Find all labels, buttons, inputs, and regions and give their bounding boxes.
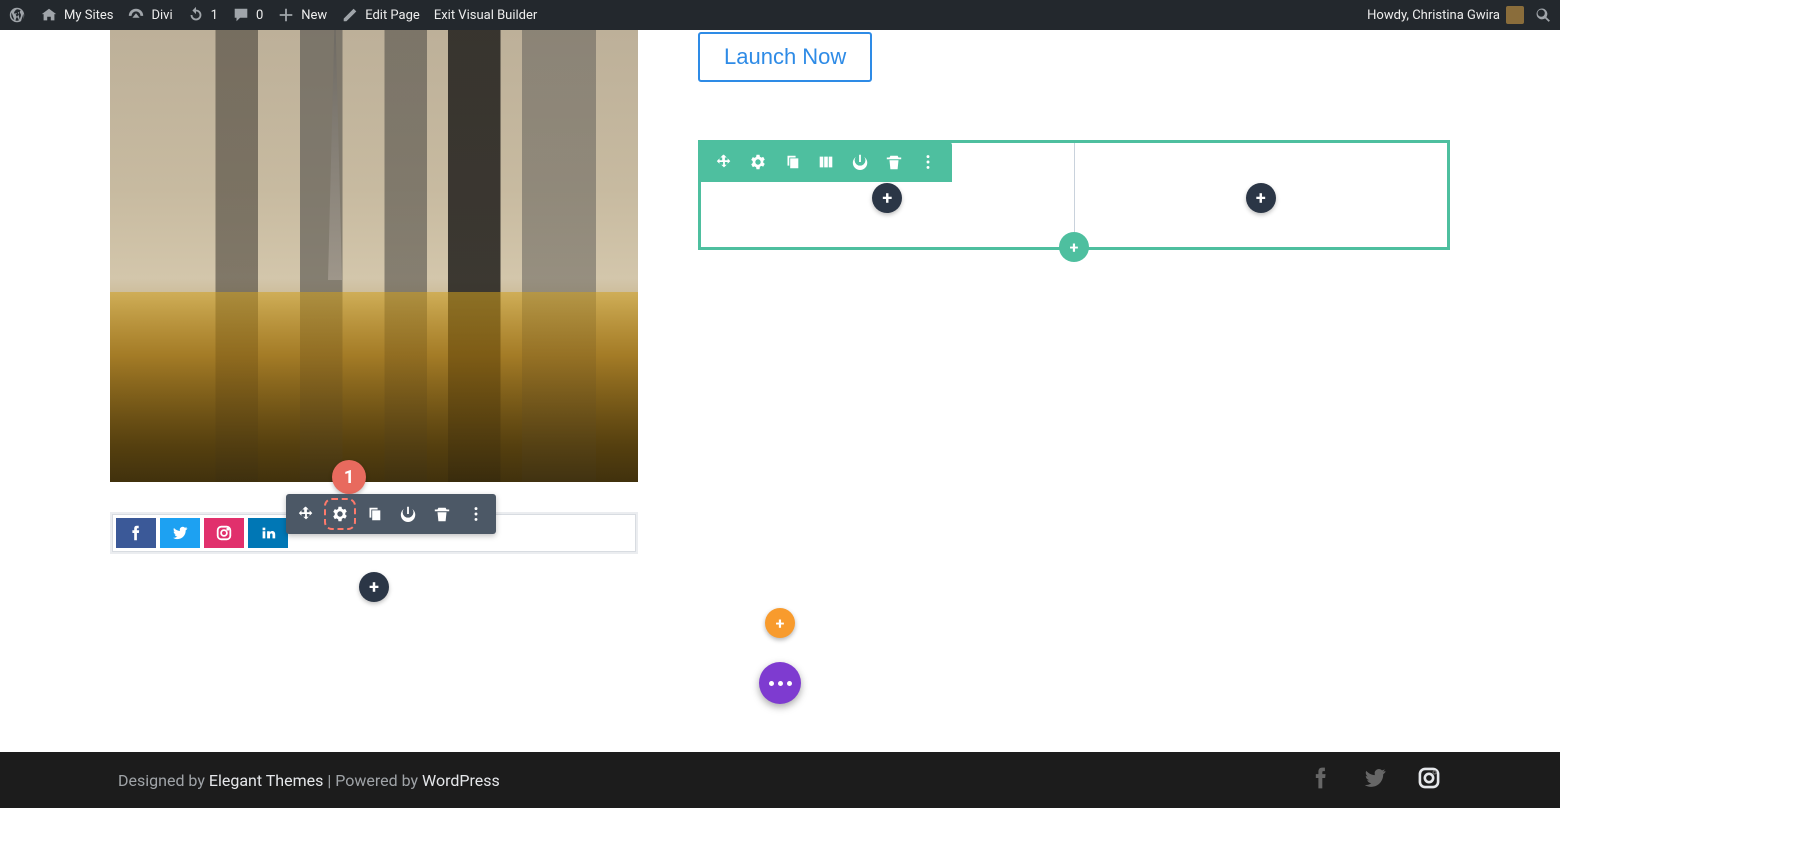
avatar [1506, 6, 1524, 24]
my-account-menu[interactable]: Howdy, Christina Gwira [1367, 6, 1524, 24]
instagram-button[interactable] [204, 518, 244, 548]
exit-vb-label: Exit Visual Builder [434, 8, 537, 23]
page-canvas: 1 + [0, 30, 1560, 808]
linkedin-button[interactable] [248, 518, 288, 548]
annotation-badge-1: 1 [332, 460, 366, 494]
edit-page-label: Edit Page [365, 8, 420, 23]
plus-glyph: + [882, 188, 892, 209]
instagram-icon [215, 524, 233, 542]
footer-facebook-link[interactable] [1308, 765, 1334, 795]
exit-visual-builder-link[interactable]: Exit Visual Builder [434, 8, 537, 23]
howdy-text: Howdy, Christina Gwira [1367, 8, 1500, 23]
module-more-button[interactable] [466, 504, 486, 524]
admin-search[interactable] [1534, 6, 1552, 24]
elegant-themes-link[interactable]: Elegant Themes [209, 771, 324, 790]
twitter-button[interactable] [160, 518, 200, 548]
twitter-icon [171, 524, 189, 542]
updates-menu[interactable]: 1 [187, 6, 218, 24]
launch-now-label: Launch Now [724, 44, 846, 69]
move-icon [297, 505, 315, 523]
my-sites-menu[interactable]: My Sites [40, 6, 113, 24]
annotation-badge-1-label: 1 [344, 467, 354, 488]
module-toolbar [286, 494, 496, 534]
instagram-icon [1416, 765, 1442, 791]
gauge-icon [127, 6, 145, 24]
gear-icon [331, 505, 349, 523]
plus-glyph: + [776, 614, 785, 633]
wp-admin-bar: My Sites Divi 1 0 New Edit Page Exit Vis… [0, 0, 1560, 30]
facebook-icon [127, 524, 145, 542]
wp-logo[interactable] [8, 6, 26, 24]
facebook-button[interactable] [116, 518, 156, 548]
my-sites-label: My Sites [64, 8, 113, 23]
footer-twitter-link[interactable] [1362, 765, 1388, 795]
module-move-button[interactable] [296, 504, 316, 524]
add-module-col1-button[interactable]: + [872, 183, 902, 213]
plus-glyph: + [1070, 238, 1079, 257]
wordpress-link[interactable]: WordPress [422, 771, 500, 790]
social-follow-module[interactable] [110, 512, 638, 554]
add-row-button[interactable]: + [1059, 232, 1089, 262]
add-module-button[interactable]: + [359, 572, 389, 602]
module-power-button[interactable] [398, 504, 418, 524]
divi-row[interactable]: + + + [698, 140, 1450, 250]
add-module-col2-button[interactable]: + [1246, 183, 1276, 213]
site-footer: Designed by Elegant Themes | Powered by … [0, 752, 1560, 808]
footer-credits: Designed by Elegant Themes | Powered by … [118, 771, 500, 790]
add-section-button[interactable]: + [765, 608, 795, 638]
footer-instagram-link[interactable] [1416, 765, 1442, 795]
comments-menu[interactable]: 0 [232, 6, 263, 24]
module-delete-button[interactable] [432, 504, 452, 524]
home-icon [40, 6, 58, 24]
new-label: New [301, 8, 327, 23]
duplicate-icon [365, 505, 383, 523]
new-content-menu[interactable]: New [277, 6, 327, 24]
row-column-1[interactable]: + [701, 143, 1074, 247]
plus-glyph: + [1256, 188, 1266, 209]
twitter-icon [1362, 765, 1388, 791]
module-duplicate-button[interactable] [364, 504, 384, 524]
trash-icon [433, 505, 451, 523]
facebook-icon [1308, 765, 1334, 791]
refresh-icon [187, 6, 205, 24]
comment-icon [232, 6, 250, 24]
plus-glyph: + [369, 577, 379, 598]
site-name-menu[interactable]: Divi [127, 6, 172, 24]
hero-image [110, 30, 638, 482]
dots-icon [467, 505, 485, 523]
launch-now-button[interactable]: Launch Now [698, 32, 872, 82]
comments-count: 0 [256, 8, 263, 23]
updates-count: 1 [211, 8, 218, 23]
linkedin-icon [259, 524, 277, 542]
builder-menu-fab[interactable] [759, 662, 801, 704]
edit-page-link[interactable]: Edit Page [341, 6, 420, 24]
power-icon [399, 505, 417, 523]
module-settings-button[interactable] [330, 504, 350, 524]
site-name-label: Divi [151, 8, 172, 23]
row-column-2[interactable]: + [1074, 143, 1448, 247]
plus-icon [277, 6, 295, 24]
pencil-icon [341, 6, 359, 24]
search-icon [1534, 6, 1552, 24]
